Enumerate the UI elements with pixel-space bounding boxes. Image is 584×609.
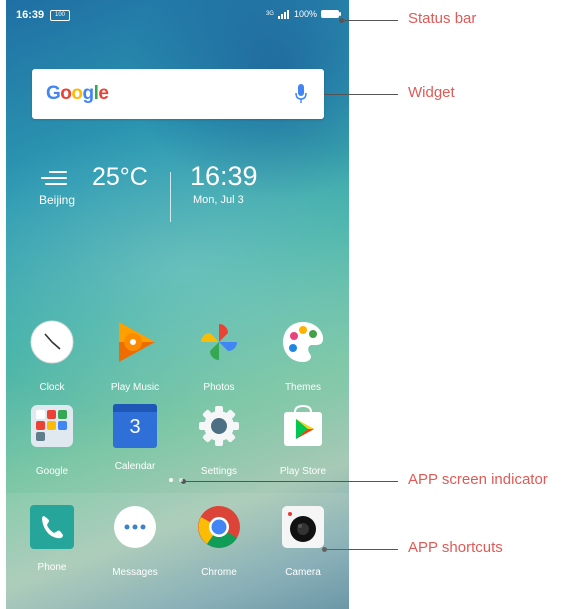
app-label: Camera (285, 567, 321, 578)
app-play-music[interactable]: Play Music (99, 320, 171, 393)
app-play-store[interactable]: Play Store (267, 404, 339, 477)
callout-shortcuts: APP shortcuts (408, 539, 503, 556)
app-google-folder[interactable]: Google (16, 404, 88, 477)
google-logo-letter: g (82, 83, 95, 104)
app-messages[interactable]: Messages (99, 505, 171, 578)
google-logo-letter: o (60, 83, 72, 104)
app-clock[interactable]: Clock (16, 320, 88, 393)
callout-widget: Widget (408, 84, 455, 101)
weather-clock-widget[interactable]: 25°C Beijing 16:39 Mon, Jul 3 (6, 160, 349, 250)
calendar-icon: 3 (113, 404, 157, 448)
callout-line-widget (319, 94, 398, 95)
chrome-icon (198, 506, 240, 548)
play-music-icon (119, 322, 155, 362)
google-search-widget[interactable]: Google (32, 69, 324, 119)
callout-line-status-bar (342, 20, 398, 21)
google-folder-icon (31, 405, 73, 447)
callout-status-bar: Status bar (408, 10, 477, 27)
battery-percent: 100% (293, 9, 317, 19)
status-right: 3G 100% (265, 9, 341, 19)
app-label: Phone (37, 562, 67, 573)
status-bar: 16:39 100 3G 100% (6, 0, 349, 32)
themes-icon (283, 322, 324, 362)
mic-icon[interactable] (294, 82, 308, 106)
calendar-day: 3 (129, 416, 141, 438)
app-label: Settings (200, 466, 238, 477)
google-logo-letter: G (46, 83, 61, 104)
phone-icon (30, 505, 74, 549)
battery-icon (321, 10, 341, 18)
clock-time: 16:39 (190, 161, 258, 191)
google-logo-letter: o (71, 83, 83, 104)
app-label: Themes (284, 382, 322, 393)
app-label: Photos (203, 382, 235, 393)
callout-line-screen-indicator (184, 481, 398, 482)
notification-chip: 100 (50, 10, 70, 21)
photos-icon (201, 324, 237, 360)
page-dot[interactable] (179, 478, 183, 482)
app-calendar[interactable]: 3 Calendar (99, 404, 171, 472)
phone-home-screen: 16:39 100 3G 100% Google 25°C Beijing 16… (6, 0, 349, 609)
clock-icon (30, 320, 74, 364)
google-logo: Google (46, 83, 109, 105)
status-time: 16:39 (16, 9, 45, 21)
signal-icon (277, 9, 290, 19)
app-photos[interactable]: Photos (183, 320, 255, 393)
google-logo-letter: e (98, 83, 109, 104)
app-camera[interactable]: Camera (267, 505, 339, 578)
page-dot-active[interactable] (169, 478, 173, 482)
widget-divider (170, 172, 171, 222)
camera-icon (282, 506, 324, 548)
app-themes[interactable]: Themes (267, 320, 339, 393)
settings-icon (199, 406, 239, 446)
app-chrome[interactable]: Chrome (183, 505, 255, 578)
app-label: Play Music (110, 382, 160, 393)
callout-screen-indicator: APP screen indicator (408, 471, 548, 488)
weather-haze-icon (41, 171, 69, 189)
weather-temperature: 25°C (92, 163, 148, 191)
app-settings[interactable]: Settings (183, 404, 255, 477)
app-label: Clock (39, 382, 65, 393)
app-label: Messages (112, 567, 158, 578)
app-label: Calendar (114, 461, 156, 472)
play-store-icon (284, 404, 322, 446)
clock-date: Mon, Jul 3 (193, 194, 244, 206)
weather-city: Beijing (39, 193, 76, 207)
app-label: Play Store (279, 466, 327, 477)
app-label: Chrome (201, 567, 237, 578)
app-label: Google (35, 466, 69, 477)
network-type: 3G (265, 11, 274, 17)
app-phone[interactable]: Phone (16, 505, 88, 573)
messages-icon (114, 506, 156, 548)
